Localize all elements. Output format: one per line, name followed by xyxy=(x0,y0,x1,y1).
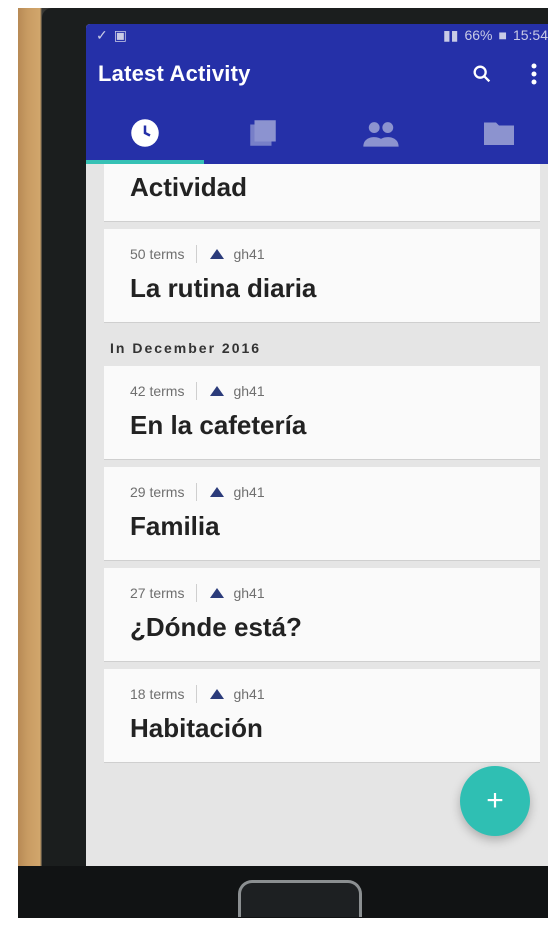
username: gh41 xyxy=(233,383,265,399)
home-button[interactable] xyxy=(238,880,362,917)
signal-icon: ▮▮ xyxy=(443,26,459,43)
username: gh41 xyxy=(233,686,265,702)
phone-screen: ✓ ▣ ▮▮ 66% ■ 15:54 Latest Activity Activ… xyxy=(86,24,548,874)
terms-count: 29 terms xyxy=(130,484,185,500)
status-right-icons: ▮▮ 66% ■ 15:54 xyxy=(443,27,548,44)
list-item[interactable]: 50 terms gh41 La rutina diaria xyxy=(104,229,540,322)
username: gh41 xyxy=(233,484,265,500)
list-item-title: La rutina diaria xyxy=(130,273,317,303)
more-options-icon[interactable] xyxy=(522,62,546,86)
user-info: gh41 xyxy=(209,686,265,702)
page-title: Latest Activity xyxy=(98,61,251,86)
download-icon: ✓ xyxy=(96,26,108,43)
user-avatar-icon xyxy=(210,689,225,699)
username: gh41 xyxy=(233,585,265,601)
user-avatar-icon xyxy=(210,249,225,259)
user-info: gh41 xyxy=(209,383,265,399)
meta-divider xyxy=(196,584,198,602)
list-item-meta: 50 terms gh41 xyxy=(130,245,518,263)
app-toolbar: Latest Activity xyxy=(86,46,548,102)
terms-count: 50 terms xyxy=(130,246,185,262)
list-item[interactable]: 18 terms gh41 Habitación xyxy=(104,669,540,762)
list-item-title: Familia xyxy=(130,511,220,541)
clock-icon xyxy=(131,119,159,147)
stack-icon xyxy=(250,120,276,146)
photo-background: ✓ ▣ ▮▮ 66% ■ 15:54 Latest Activity Activ… xyxy=(18,8,548,918)
tab-folders[interactable] xyxy=(440,102,548,164)
plus-icon: + xyxy=(486,784,504,817)
terms-count: 42 terms xyxy=(130,383,185,399)
list-item[interactable]: 27 terms gh41 ¿Dónde está? xyxy=(104,568,540,661)
list-item[interactable]: 29 terms gh41 Familia xyxy=(104,467,540,560)
search-icon[interactable] xyxy=(470,62,494,86)
status-left-icons: ✓ ▣ xyxy=(96,27,127,44)
notification-icon: ▣ xyxy=(113,26,127,43)
list-item-partial[interactable]: Actividad xyxy=(104,164,540,221)
battery-icon: ■ xyxy=(498,27,507,43)
tab-sets[interactable] xyxy=(204,102,322,164)
battery-percent: 66% xyxy=(464,27,493,43)
tab-recent[interactable] xyxy=(86,102,204,164)
user-info: gh41 xyxy=(209,246,265,262)
meta-divider xyxy=(196,685,198,703)
meta-divider xyxy=(196,245,198,263)
list-item-title: Actividad xyxy=(130,172,248,202)
username: gh41 xyxy=(233,246,265,262)
folder-icon xyxy=(484,122,514,145)
list-item-title: En la cafetería xyxy=(130,410,307,440)
activity-list: Actividad 50 terms gh41 La rutina diaria… xyxy=(86,164,548,874)
clock-time: 15:54 xyxy=(512,27,548,43)
add-fab-button[interactable]: + xyxy=(460,766,530,836)
toolbar-actions xyxy=(470,62,546,86)
tab-bar xyxy=(86,102,548,164)
user-avatar-icon xyxy=(210,386,225,396)
user-avatar-icon xyxy=(210,487,225,497)
list-item-meta: 42 terms gh41 xyxy=(130,382,518,400)
list-item-meta: 18 terms gh41 xyxy=(130,685,518,703)
list-item-title: Habitación xyxy=(130,713,263,743)
user-info: gh41 xyxy=(209,484,265,500)
tab-classes[interactable] xyxy=(322,102,440,164)
list-item-meta: 29 terms gh41 xyxy=(130,483,518,501)
terms-count: 18 terms xyxy=(130,686,185,702)
list-item[interactable]: 42 terms gh41 En la cafetería xyxy=(104,366,540,459)
section-header: In December 2016 xyxy=(86,330,548,366)
list-item-meta: 27 terms gh41 xyxy=(130,584,518,602)
meta-divider xyxy=(196,483,198,501)
user-info: gh41 xyxy=(209,585,265,601)
list-item-title: ¿Dónde está? xyxy=(130,612,302,642)
people-icon xyxy=(363,122,399,147)
terms-count: 27 terms xyxy=(130,585,185,601)
meta-divider xyxy=(196,382,198,400)
user-avatar-icon xyxy=(210,588,225,598)
status-bar: ✓ ▣ ▮▮ 66% ■ 15:54 xyxy=(86,24,548,46)
